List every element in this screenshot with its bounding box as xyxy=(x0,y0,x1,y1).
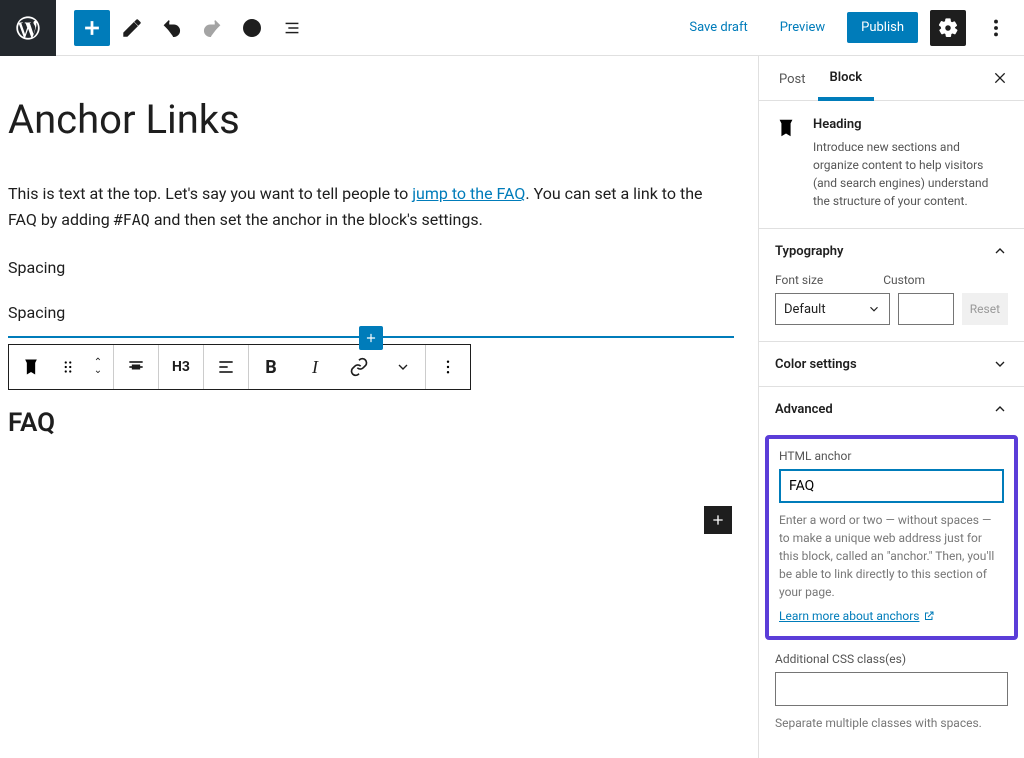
tab-post[interactable]: Post xyxy=(767,58,818,99)
undo-button[interactable] xyxy=(154,10,190,46)
block-name-label: Heading xyxy=(813,117,1008,132)
page-title[interactable]: Anchor Links xyxy=(8,96,758,143)
editor-canvas: Anchor Links This is text at the top. Le… xyxy=(0,56,758,758)
font-size-value: Default xyxy=(784,302,826,317)
font-size-select[interactable]: Default xyxy=(775,293,890,325)
publish-button[interactable]: Publish xyxy=(847,12,918,43)
info-button[interactable] xyxy=(234,10,270,46)
css-class-input[interactable] xyxy=(775,672,1008,706)
move-up-down-icon[interactable]: ⌃⌄ xyxy=(83,345,113,389)
block-more-options-button[interactable] xyxy=(426,345,470,389)
insert-block-button[interactable] xyxy=(359,326,383,350)
css-help-text: Separate multiple classes with spaces. xyxy=(775,714,1008,732)
add-block-inline-button[interactable] xyxy=(704,506,732,534)
advanced-title: Advanced xyxy=(775,402,833,417)
spacer-block[interactable]: Spacing xyxy=(8,303,758,322)
learn-anchors-link[interactable]: Learn more about anchors xyxy=(779,609,935,623)
faq-heading-block[interactable]: FAQ xyxy=(8,408,758,438)
drag-handle-icon[interactable] xyxy=(53,345,83,389)
chevron-up-icon xyxy=(992,243,1008,259)
block-type-icon[interactable] xyxy=(9,345,53,389)
bold-button[interactable]: B xyxy=(249,345,293,389)
color-panel-toggle[interactable]: Color settings xyxy=(759,342,1024,386)
save-draft-button[interactable]: Save draft xyxy=(679,14,757,41)
learn-anchors-text: Learn more about anchors xyxy=(779,609,919,623)
anchor-code: #FAQ xyxy=(114,211,150,229)
custom-label: Custom xyxy=(883,273,925,287)
redo-button[interactable] xyxy=(194,10,230,46)
tab-block[interactable]: Block xyxy=(818,56,875,101)
top-toolbar: Save draft Preview Publish xyxy=(0,0,1024,56)
para-text: and then set the anchor in the block's s… xyxy=(150,210,483,229)
para-text: This is text at the top. Let's say you w… xyxy=(8,184,412,203)
jump-faq-link[interactable]: jump to the FAQ xyxy=(412,184,525,203)
add-block-button[interactable] xyxy=(74,10,110,46)
settings-sidebar: Post Block Heading Introduce new section… xyxy=(758,56,1024,758)
block-toolbar: ⌃⌄ H3 B I xyxy=(8,344,471,390)
more-options-button[interactable] xyxy=(978,10,1014,46)
typography-panel-toggle[interactable]: Typography xyxy=(759,229,1024,273)
advanced-panel-toggle[interactable]: Advanced xyxy=(759,387,1024,431)
spacer-block[interactable]: Spacing xyxy=(8,258,758,277)
more-rich-text-button[interactable] xyxy=(381,345,425,389)
link-button[interactable] xyxy=(337,345,381,389)
intro-paragraph[interactable]: This is text at the top. Let's say you w… xyxy=(8,181,728,232)
heading-level-button[interactable]: H3 xyxy=(159,345,203,389)
font-size-label: Font size xyxy=(775,273,823,287)
anchor-label: HTML anchor xyxy=(779,449,1004,463)
align-button[interactable] xyxy=(114,345,158,389)
edit-mode-icon[interactable] xyxy=(114,10,150,46)
reset-font-button[interactable]: Reset xyxy=(962,293,1008,325)
anchor-section-highlight: HTML anchor Enter a word or two — withou… xyxy=(765,435,1018,640)
block-insertion-line xyxy=(8,336,734,338)
close-sidebar-button[interactable] xyxy=(984,62,1016,94)
chevron-down-icon xyxy=(992,356,1008,372)
color-settings-title: Color settings xyxy=(775,357,857,372)
italic-button[interactable]: I xyxy=(293,345,337,389)
heading-block-icon xyxy=(775,117,799,210)
css-class-label: Additional CSS class(es) xyxy=(775,652,1008,666)
chevron-up-icon xyxy=(992,401,1008,417)
settings-button[interactable] xyxy=(930,10,966,46)
outline-button[interactable] xyxy=(274,10,310,46)
preview-button[interactable]: Preview xyxy=(770,14,835,41)
block-description: Introduce new sections and organize cont… xyxy=(813,138,1008,210)
wordpress-logo[interactable] xyxy=(0,0,56,56)
typography-title: Typography xyxy=(775,244,844,259)
text-align-button[interactable] xyxy=(204,345,248,389)
custom-size-input[interactable] xyxy=(898,293,954,325)
anchor-help-text: Enter a word or two — without spaces — t… xyxy=(779,511,1004,601)
anchor-input[interactable] xyxy=(779,469,1004,503)
